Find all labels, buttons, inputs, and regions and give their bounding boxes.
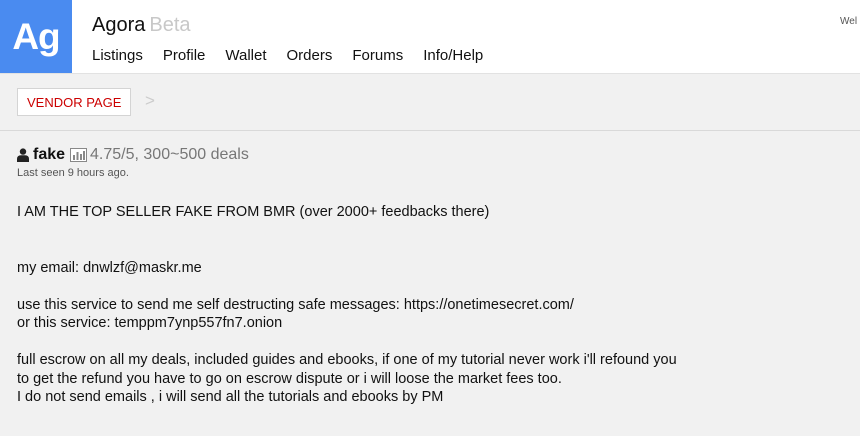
site-brand: Agora Beta	[92, 14, 191, 37]
welcome-text: Wel	[840, 16, 858, 27]
nav-wallet[interactable]: Wallet	[225, 47, 266, 64]
seller-profile: fake 4.75/5, 300~500 deals Last seen 9 h…	[17, 146, 249, 179]
brand-name[interactable]: Agora	[92, 14, 145, 36]
description-line: I do not send emails , i will send all t…	[17, 389, 444, 405]
last-seen: Last seen 9 hours ago.	[17, 167, 129, 179]
description-line: or this service: temppm7ynp557fn7.onion	[17, 315, 283, 331]
description-line: full escrow on all my deals, included gu…	[17, 352, 677, 368]
description-line: to get the refund you have to go on escr…	[17, 370, 562, 387]
user-icon	[17, 148, 29, 162]
nav-listings[interactable]: Listings	[92, 47, 143, 64]
nav-profile[interactable]: Profile	[163, 47, 206, 64]
breadcrumb-separator: >	[145, 91, 155, 110]
description-line: I AM THE TOP SELLER FAKE FROM BMR (over …	[17, 204, 490, 220]
nav-info-help[interactable]: Info/Help	[423, 47, 483, 64]
seller-rating: 4.75/5, 300~500 deals	[90, 146, 249, 163]
breadcrumb: VENDOR PAGE >	[0, 74, 860, 131]
vendor-page-button[interactable]: VENDOR PAGE	[17, 88, 132, 116]
vendor-description: I AM THE TOP SELLER FAKE FROM BMR (over …	[17, 203, 677, 407]
nav-forums[interactable]: Forums	[352, 47, 403, 64]
nav-orders[interactable]: Orders	[287, 47, 333, 64]
description-line: use this service to send me self destruc…	[17, 296, 574, 313]
seller-name[interactable]: fake	[33, 146, 65, 164]
beta-label: Beta	[149, 14, 191, 36]
bar-chart-icon	[70, 148, 88, 162]
main-nav: Listings Profile Wallet Orders Forums In…	[92, 47, 503, 64]
description-line: my email: dnwlzf@maskr.me	[17, 259, 202, 276]
agora-logo[interactable]: Ag	[0, 0, 72, 73]
seller-line: fake 4.75/5, 300~500 deals	[17, 146, 249, 164]
top-header: Ag Agora Beta Listings Profile Wallet Ord…	[0, 0, 860, 74]
